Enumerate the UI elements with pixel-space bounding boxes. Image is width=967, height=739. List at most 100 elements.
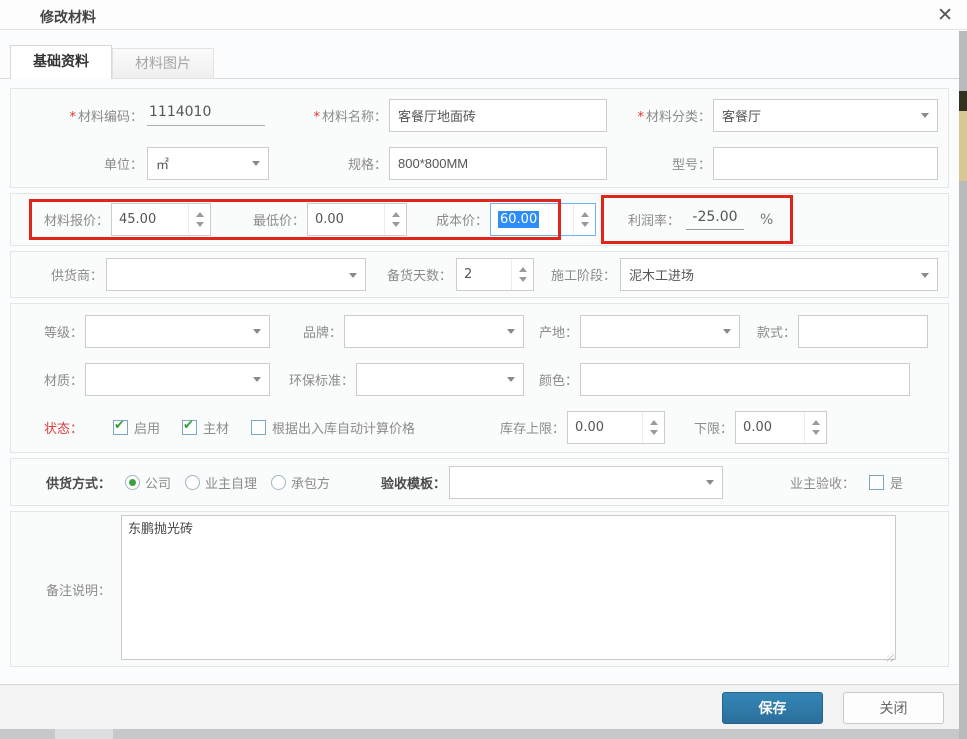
- category-select[interactable]: 客餐厅: [713, 99, 938, 132]
- tab-basic-info[interactable]: 基础资料: [10, 45, 112, 79]
- close-icon[interactable]: ✕: [937, 3, 953, 27]
- stock-lower-value: 0.00: [736, 412, 804, 443]
- checkbox-auto-calc[interactable]: 根据出入库自动计算价格: [251, 418, 415, 437]
- checkbox-owner-accept-label: 是: [890, 473, 903, 492]
- checkbox-main-material[interactable]: 主材: [182, 418, 229, 437]
- env-standard-select[interactable]: [356, 363, 524, 396]
- chevron-down-icon: [253, 377, 261, 386]
- stock-lower-spinner[interactable]: 0.00: [735, 411, 827, 444]
- stock-upper-spinner[interactable]: 0.00: [567, 411, 665, 444]
- min-price-spinner[interactable]: 0.00: [307, 203, 407, 236]
- spinner-up-icon[interactable]: [812, 420, 820, 425]
- close-button[interactable]: 关闭: [843, 692, 944, 724]
- origin-select[interactable]: [580, 315, 740, 348]
- quote-label: 材料报价：: [31, 210, 109, 229]
- style-label: 款式：: [750, 322, 796, 341]
- brand-label: 品牌：: [296, 322, 342, 341]
- chevron-down-icon: [723, 329, 731, 338]
- checkbox-enable[interactable]: 启用: [113, 418, 160, 437]
- code-label: *材料编码：: [31, 106, 143, 125]
- spinner-up-icon[interactable]: [196, 212, 204, 217]
- checkbox-owner-accept[interactable]: 是: [869, 473, 903, 492]
- grade-select[interactable]: [85, 315, 270, 348]
- color-input[interactable]: [580, 363, 910, 396]
- stage-select[interactable]: 泥木工进场: [620, 258, 938, 291]
- radio-unselected-icon: [271, 475, 286, 490]
- supplier-label: 供货商：: [31, 265, 103, 284]
- spec-label: 规格：: [291, 154, 387, 173]
- spinner-up-icon[interactable]: [650, 420, 658, 425]
- spinner-arrows[interactable]: [804, 412, 826, 443]
- checkbox-main-material-label: 主材: [203, 418, 229, 437]
- name-label-text: 材料名称：: [322, 110, 387, 125]
- remark-label: 备注说明：: [11, 580, 111, 599]
- spinner-down-icon[interactable]: [519, 277, 527, 282]
- spinner-arrows[interactable]: [642, 412, 664, 443]
- spinner-down-icon[interactable]: [650, 430, 658, 435]
- spinner-down-icon[interactable]: [581, 222, 589, 227]
- texture-select[interactable]: [85, 363, 270, 396]
- stock-lower-label: 下限：: [691, 418, 733, 437]
- section-supplier: 供货商： 备货天数： 2 施工阶段： 泥木工进场: [10, 251, 949, 298]
- quote-value: 45.00: [112, 204, 188, 235]
- stock-upper-label: 库存上限：: [485, 418, 565, 437]
- stage-label: 施工阶段：: [550, 265, 616, 284]
- chevron-down-icon: [507, 329, 515, 338]
- checkbox-checked-icon: [182, 420, 197, 435]
- spinner-arrows[interactable]: [511, 259, 533, 290]
- model-input[interactable]: [713, 147, 938, 180]
- brand-select[interactable]: [344, 315, 524, 348]
- section-supply-mode: 供货方式： 公司 业主自理 承包方 验收模板：: [10, 458, 949, 506]
- tab-material-images[interactable]: 材料图片: [112, 48, 214, 79]
- radio-contractor[interactable]: 承包方: [271, 473, 330, 492]
- checkbox-enable-label: 启用: [134, 418, 160, 437]
- spinner-down-icon[interactable]: [196, 222, 204, 227]
- spinner-down-icon[interactable]: [392, 222, 400, 227]
- supplier-select[interactable]: [106, 258, 366, 291]
- spinner-arrows[interactable]: [573, 204, 595, 235]
- radio-owner-self[interactable]: 业主自理: [185, 473, 257, 492]
- stock-days-spinner[interactable]: 2: [456, 258, 534, 291]
- style-input[interactable]: [798, 315, 928, 348]
- code-value[interactable]: 1114010: [147, 104, 265, 126]
- code-label-text: 材料编码：: [78, 110, 143, 125]
- remark-textarea[interactable]: 东鹏抛光砖: [121, 515, 896, 660]
- radio-company-label: 公司: [145, 473, 171, 492]
- grade-label: 等级：: [21, 322, 83, 341]
- cost-label: 成本价：: [431, 210, 488, 229]
- spinner-up-icon[interactable]: [392, 212, 400, 217]
- profit-value: -25.00: [686, 209, 744, 230]
- save-button[interactable]: 保存: [722, 692, 823, 724]
- dialog-title: 修改材料: [40, 7, 96, 27]
- name-input[interactable]: [389, 99, 607, 132]
- chevron-down-icon: [921, 113, 929, 122]
- radio-company[interactable]: 公司: [125, 473, 171, 492]
- radio-owner-self-label: 业主自理: [205, 473, 257, 492]
- stock-upper-value: 0.00: [568, 412, 642, 443]
- min-price-label: 最低价：: [247, 210, 305, 229]
- dialog-body: 基础资料 材料图片 *材料编码： 1114010 *材料名称： *材料分类： 客…: [0, 31, 959, 684]
- quote-spinner[interactable]: 45.00: [111, 203, 211, 236]
- spinner-arrows[interactable]: [188, 204, 210, 235]
- color-label: 颜色：: [532, 370, 578, 389]
- spinner-down-icon[interactable]: [812, 430, 820, 435]
- accept-template-select[interactable]: [449, 466, 723, 499]
- modify-material-dialog: 修改材料 ✕ 基础资料 材料图片 *材料编码： 1114010 *材料名称： *…: [0, 0, 967, 739]
- category-label-text: 材料分类：: [646, 110, 711, 125]
- cost-spinner[interactable]: 60.00: [490, 203, 596, 236]
- chevron-down-icon: [921, 273, 929, 282]
- chevron-down-icon: [252, 161, 260, 170]
- radio-contractor-label: 承包方: [291, 473, 330, 492]
- page-edge-bottom: [0, 729, 959, 739]
- texture-label: 材质：: [21, 370, 83, 389]
- spec-input[interactable]: [389, 147, 607, 180]
- unit-select[interactable]: ㎡: [147, 147, 269, 180]
- required-asterisk: *: [313, 110, 320, 125]
- spinner-up-icon[interactable]: [581, 212, 589, 217]
- spinner-up-icon[interactable]: [519, 267, 527, 272]
- required-asterisk: *: [69, 110, 76, 125]
- spinner-arrows[interactable]: [384, 204, 406, 235]
- radio-selected-icon: [125, 475, 140, 490]
- section-identity: *材料编码： 1114010 *材料名称： *材料分类： 客餐厅 单位： ㎡: [10, 88, 949, 188]
- chevron-down-icon: [253, 329, 261, 338]
